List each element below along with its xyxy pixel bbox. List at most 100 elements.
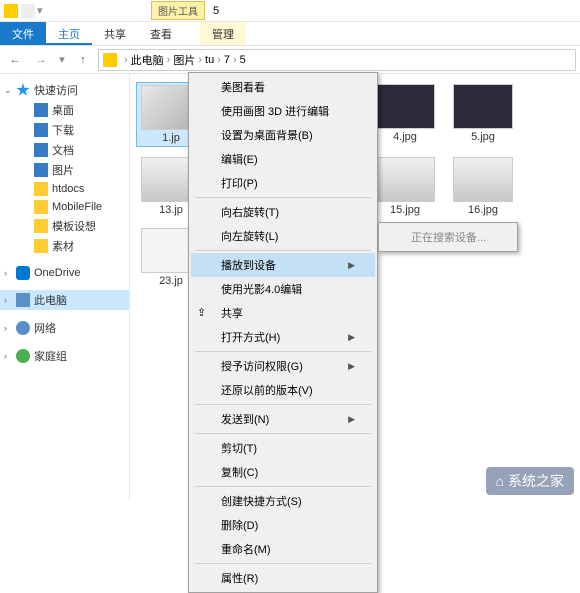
menu-item-label: 剪切(T) <box>221 440 257 456</box>
menu-item-copy[interactable]: 复制(C) <box>191 460 375 484</box>
menu-item-share[interactable]: ⇪共享 <box>191 301 375 325</box>
menu-item-label: 播放到设备 <box>221 257 276 273</box>
sidebar-item-template[interactable]: 模板设想 <box>0 216 129 236</box>
menu-item-cut[interactable]: 剪切(T) <box>191 436 375 460</box>
expand-icon[interactable]: › <box>4 268 12 278</box>
sidebar-item-label: 快速访问 <box>34 82 78 98</box>
menu-item-properties[interactable]: 属性(R) <box>191 566 375 590</box>
file-name: 5.jpg <box>471 131 495 143</box>
menu-item-sendto[interactable]: 发送到(N)▶ <box>191 407 375 431</box>
file-name: 13.jp <box>159 204 183 216</box>
folder-icon <box>34 219 48 233</box>
ribbon-tabs: 文件 主页 共享 查看 管理 <box>0 22 580 46</box>
menu-item-label: 复制(C) <box>221 464 258 480</box>
tab-share[interactable]: 共享 <box>92 22 138 45</box>
qat-dropdown-icon[interactable]: ▾ <box>37 4 51 18</box>
cast-submenu: 正在搜索设备... <box>378 222 518 252</box>
window-title: 5 <box>213 5 219 17</box>
sidebar-item-downloads[interactable]: 下载 <box>0 120 129 140</box>
tab-home[interactable]: 主页 <box>46 22 92 45</box>
sidebar-item-thispc[interactable]: ›此电脑 <box>0 290 129 310</box>
file-name: 1.jp <box>162 132 180 144</box>
menu-item-wallpaper[interactable]: 设置为桌面背景(B) <box>191 123 375 147</box>
expand-icon[interactable]: › <box>4 295 12 305</box>
file-item[interactable]: 16.jpg <box>448 155 518 218</box>
sidebar-item-label: 桌面 <box>52 102 74 118</box>
expand-icon[interactable]: › <box>4 323 12 333</box>
qat-button[interactable] <box>21 4 35 18</box>
file-item[interactable]: 5.jpg <box>448 82 518 147</box>
tab-manage[interactable]: 管理 <box>200 22 246 45</box>
breadcrumb-item[interactable]: 5 <box>240 54 246 66</box>
menu-item-cast[interactable]: 播放到设备 ▶ <box>191 253 375 277</box>
tab-file[interactable]: 文件 <box>0 22 46 45</box>
menu-separator <box>195 486 371 487</box>
expand-icon[interactable]: › <box>4 351 12 361</box>
menu-separator <box>195 197 371 198</box>
file-item[interactable]: 15.jpg <box>370 155 440 218</box>
tab-view[interactable]: 查看 <box>138 22 184 45</box>
menu-item-meitu[interactable]: 美图看看 <box>191 75 375 99</box>
menu-item-rotate-right[interactable]: 向右旋转(T) <box>191 200 375 224</box>
menu-item-label: 共享 <box>221 305 243 321</box>
recent-dropdown-icon[interactable]: ▾ <box>56 49 68 71</box>
sidebar-item-documents[interactable]: 文档 <box>0 140 129 160</box>
menu-item-edit3d[interactable]: 使用画图 3D 进行编辑 <box>191 99 375 123</box>
folder-icon <box>34 182 48 196</box>
contextual-tab-label: 图片工具 <box>151 1 205 20</box>
collapse-icon[interactable]: ⌄ <box>4 85 12 96</box>
thumbnail-image <box>375 84 435 129</box>
back-button[interactable]: ← <box>4 49 26 71</box>
chevron-right-icon: ▶ <box>348 260 355 271</box>
context-menu: 美图看看 使用画图 3D 进行编辑 设置为桌面背景(B) 编辑(E) 打印(P)… <box>188 72 378 593</box>
sidebar-item-mobilefile[interactable]: MobileFile <box>0 198 129 216</box>
menu-item-guangying[interactable]: 使用光影4.0编辑 <box>191 277 375 301</box>
menu-item-access[interactable]: 授予访问权限(G)▶ <box>191 354 375 378</box>
thumbnail-image <box>453 157 513 202</box>
chevron-right-icon[interactable]: › <box>233 54 237 66</box>
sidebar-item-pictures[interactable]: 图片 <box>0 160 129 180</box>
forward-button[interactable]: → <box>30 49 52 71</box>
chevron-right-icon[interactable]: › <box>198 54 202 66</box>
document-icon <box>34 143 48 157</box>
menu-item-edit[interactable]: 编辑(E) <box>191 147 375 171</box>
menu-item-label: 打印(P) <box>221 175 258 191</box>
folder-icon <box>103 53 117 67</box>
breadcrumb-item[interactable]: tu <box>205 54 214 66</box>
menu-item-label: 向右旋转(T) <box>221 204 279 220</box>
sidebar-item-homegroup[interactable]: ›家庭组 <box>0 346 129 366</box>
breadcrumb-item[interactable]: 7 <box>224 54 230 66</box>
sidebar-item-network[interactable]: ›网络 <box>0 318 129 338</box>
breadcrumb[interactable]: › 此电脑 › 图片 › tu › 7 › 5 <box>98 49 576 71</box>
menu-item-rename[interactable]: 重命名(M) <box>191 537 375 561</box>
chevron-right-icon[interactable]: › <box>124 54 128 66</box>
menu-item-label: 还原以前的版本(V) <box>221 382 313 398</box>
breadcrumb-item[interactable]: 此电脑 <box>131 52 164 68</box>
sidebar-item-htdocs[interactable]: htdocs <box>0 180 129 198</box>
sidebar-item-label: 文档 <box>52 142 74 158</box>
sidebar-item-desktop[interactable]: 桌面 <box>0 100 129 120</box>
file-name: 4.jpg <box>393 131 417 143</box>
sidebar-item-label: 图片 <box>52 162 74 178</box>
sidebar-item-material[interactable]: 素材 <box>0 236 129 256</box>
breadcrumb-item[interactable]: 图片 <box>173 52 195 68</box>
sidebar-item-quick-access[interactable]: ⌄ 快速访问 <box>0 80 129 100</box>
menu-item-label: 删除(D) <box>221 517 258 533</box>
menu-item-openwith[interactable]: 打开方式(H)▶ <box>191 325 375 349</box>
menu-item-restore[interactable]: 还原以前的版本(V) <box>191 378 375 402</box>
menu-item-shortcut[interactable]: 创建快捷方式(S) <box>191 489 375 513</box>
menu-item-label: 向左旋转(L) <box>221 228 278 244</box>
chevron-right-icon: ▶ <box>348 332 355 343</box>
file-name: 16.jpg <box>468 204 498 216</box>
file-item[interactable]: 4.jpg <box>370 82 440 147</box>
chevron-right-icon[interactable]: › <box>217 54 221 66</box>
sidebar-item-onedrive[interactable]: ›OneDrive <box>0 264 129 282</box>
folder-icon <box>4 4 18 18</box>
menu-item-print[interactable]: 打印(P) <box>191 171 375 195</box>
up-button[interactable]: ↑ <box>72 49 94 71</box>
menu-item-rotate-left[interactable]: 向左旋转(L) <box>191 224 375 248</box>
chevron-right-icon[interactable]: › <box>167 54 171 66</box>
download-icon <box>34 123 48 137</box>
menu-item-delete[interactable]: 删除(D) <box>191 513 375 537</box>
picture-icon <box>34 163 48 177</box>
